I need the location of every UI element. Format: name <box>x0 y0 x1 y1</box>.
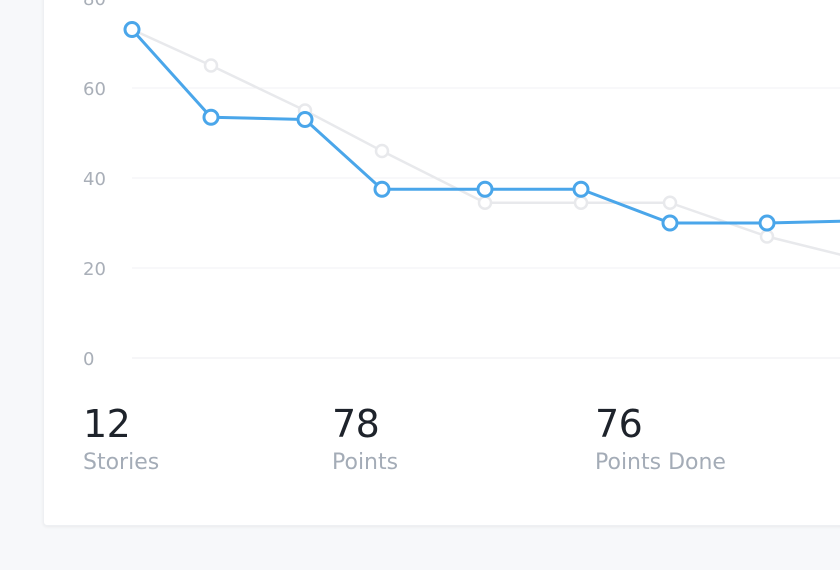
burndown-chart: 0 20 40 60 80 <box>83 0 840 370</box>
data-point-secondary <box>662 195 678 210</box>
stat-label: Stories <box>83 450 160 475</box>
data-point-secondary <box>759 229 775 244</box>
grid-layer <box>132 87 840 359</box>
data-point-primary <box>661 214 679 232</box>
y-tick-label: 0 <box>83 349 94 370</box>
y-tick-label: 60 <box>83 79 106 100</box>
y-tick-label: 40 <box>83 169 106 190</box>
data-point-primary <box>296 111 314 128</box>
data-point-primary <box>373 180 391 198</box>
stats-row: 12 Stories 78 Points 76 Points Done <box>0 400 840 490</box>
series-layer <box>123 21 840 256</box>
data-point-primary <box>572 180 590 198</box>
stat-label: Points Done <box>595 450 726 475</box>
stat-points-done: 76 Points Done <box>595 400 726 478</box>
series-line-secondary <box>131 28 840 256</box>
data-point-primary <box>202 108 220 126</box>
stat-value: 12 <box>83 402 131 446</box>
data-point-primary <box>476 180 494 198</box>
data-point-primary <box>123 21 141 38</box>
y-axis-ticks: 0 20 40 60 80 <box>83 0 106 370</box>
data-point-secondary <box>477 195 493 210</box>
stat-stories: 12 Stories <box>83 400 159 478</box>
stat-label: Points <box>332 450 399 475</box>
y-tick-label: 20 <box>83 259 106 280</box>
data-point-secondary <box>203 58 219 73</box>
data-point-secondary <box>573 195 589 210</box>
data-point-primary <box>758 214 776 232</box>
stat-value: 76 <box>595 402 643 446</box>
stat-value: 78 <box>332 402 380 446</box>
y-tick-label: 80 <box>83 0 106 10</box>
stat-points: 78 Points <box>332 400 398 478</box>
data-point-secondary <box>374 143 390 159</box>
